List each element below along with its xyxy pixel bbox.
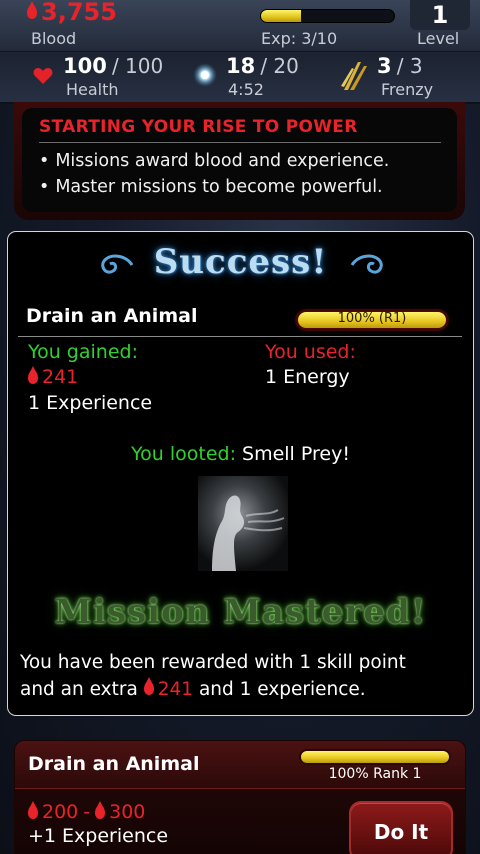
success-title: Success! — [153, 242, 328, 282]
heart-icon — [33, 68, 53, 84]
blood-max: 300 — [109, 801, 146, 823]
result-divider — [18, 336, 462, 337]
mission-exp-reward: +1 Experience — [28, 825, 169, 847]
blood-drop-icon — [28, 366, 38, 384]
reward-blood: 241 — [143, 677, 194, 700]
exp-label: Exp: 3/10 — [261, 29, 338, 48]
status-divider — [0, 51, 480, 52]
frenzy-label: Frenzy — [381, 80, 434, 99]
health-current: 100 — [63, 54, 107, 78]
do-it-button[interactable]: Do It — [349, 801, 453, 854]
gained-blood-value: 241 — [42, 366, 79, 388]
tip-content: STARTING YOUR RISE TO POWER Missions awa… — [22, 108, 457, 212]
mission-rank-label: 100% Rank 1 — [328, 766, 422, 782]
energy-current: 18 — [226, 54, 256, 78]
blood-drop-icon — [27, 1, 37, 19]
looted-heading: You looted: — [131, 443, 236, 465]
tip-list: Missions award blood and experience. Mas… — [39, 148, 443, 200]
health-value: 100 / 100 — [63, 54, 163, 78]
energy-orb-icon — [193, 63, 217, 87]
blood-min: 200 — [42, 801, 79, 823]
mission-rank-bar — [301, 751, 449, 763]
blood-drop-icon — [28, 801, 38, 819]
tip-item: Master missions to become powerful. — [39, 174, 443, 200]
mission-blood-reward: 200 - 300 — [28, 801, 145, 823]
gained-experience: 1 Experience — [28, 392, 153, 414]
looted-item: Smell Prey! — [242, 443, 350, 465]
result-mission-name: Drain an Animal — [26, 305, 198, 327]
used-energy: 1 Energy — [265, 366, 350, 388]
exp-progress-fill — [261, 10, 301, 22]
blood-counter: 3,755 — [27, 0, 117, 26]
health-label: Health — [66, 80, 119, 99]
exp-progress-bar — [260, 9, 395, 23]
status-bar: 3,755 Blood Exp: 3/10 1 Level 100 / 100 … — [0, 0, 480, 104]
mission-result-dialog[interactable]: Success! Drain an Animal 100% (R1) You g… — [7, 231, 474, 716]
reward-line1: You have been rewarded with 1 skill poin… — [20, 652, 406, 673]
energy-value: 18 / 20 — [226, 54, 299, 78]
mastery-progress-label: 100% (R1) — [337, 311, 407, 326]
mission-mastered-title: Mission Mastered! — [54, 592, 427, 632]
energy-max: / 20 — [260, 54, 299, 78]
reward-blood-value: 241 — [157, 679, 194, 700]
frenzy-claw-icon — [341, 62, 367, 90]
frenzy-value: 3 / 3 — [377, 54, 423, 78]
health-max: / 100 — [111, 54, 164, 78]
used-heading: You used: — [265, 341, 356, 363]
loot-line: You looted: Smell Prey! — [8, 443, 473, 465]
smell-prey-skill-image — [198, 476, 288, 571]
mission-card-header: Drain an Animal 100% Rank 1 — [15, 741, 465, 789]
energy-timer: 4:52 — [228, 80, 264, 99]
gained-blood: 241 — [28, 366, 78, 388]
tip-title: STARTING YOUR RISE TO POWER — [39, 117, 441, 143]
blood-value: 3,755 — [41, 0, 117, 26]
blood-drop-icon — [143, 677, 154, 695]
blood-label: Blood — [31, 29, 77, 48]
level-label: Level — [417, 29, 460, 48]
reward-message: You have been rewarded with 1 skill poin… — [20, 649, 460, 703]
mission-card-title: Drain an Animal — [28, 753, 200, 775]
gained-heading: You gained: — [28, 341, 138, 363]
reward-line2-start: and an extra — [20, 679, 138, 700]
level-badge: 1 — [410, 0, 470, 30]
mission-card: Drain an Animal 100% Rank 1 200 - 300 +1… — [14, 740, 466, 854]
right-swirl-ornament-icon — [350, 254, 383, 274]
frenzy-current: 3 — [377, 54, 392, 78]
tip-item: Missions award blood and experience. — [39, 148, 443, 174]
blood-drop-icon — [95, 801, 106, 819]
frenzy-max: / 3 — [396, 54, 423, 78]
level-value: 1 — [431, 1, 449, 29]
reward-line2-end: and 1 experience. — [198, 679, 366, 700]
tip-panel: STARTING YOUR RISE TO POWER Missions awa… — [14, 102, 465, 220]
blood-range-sep: - — [83, 801, 91, 823]
